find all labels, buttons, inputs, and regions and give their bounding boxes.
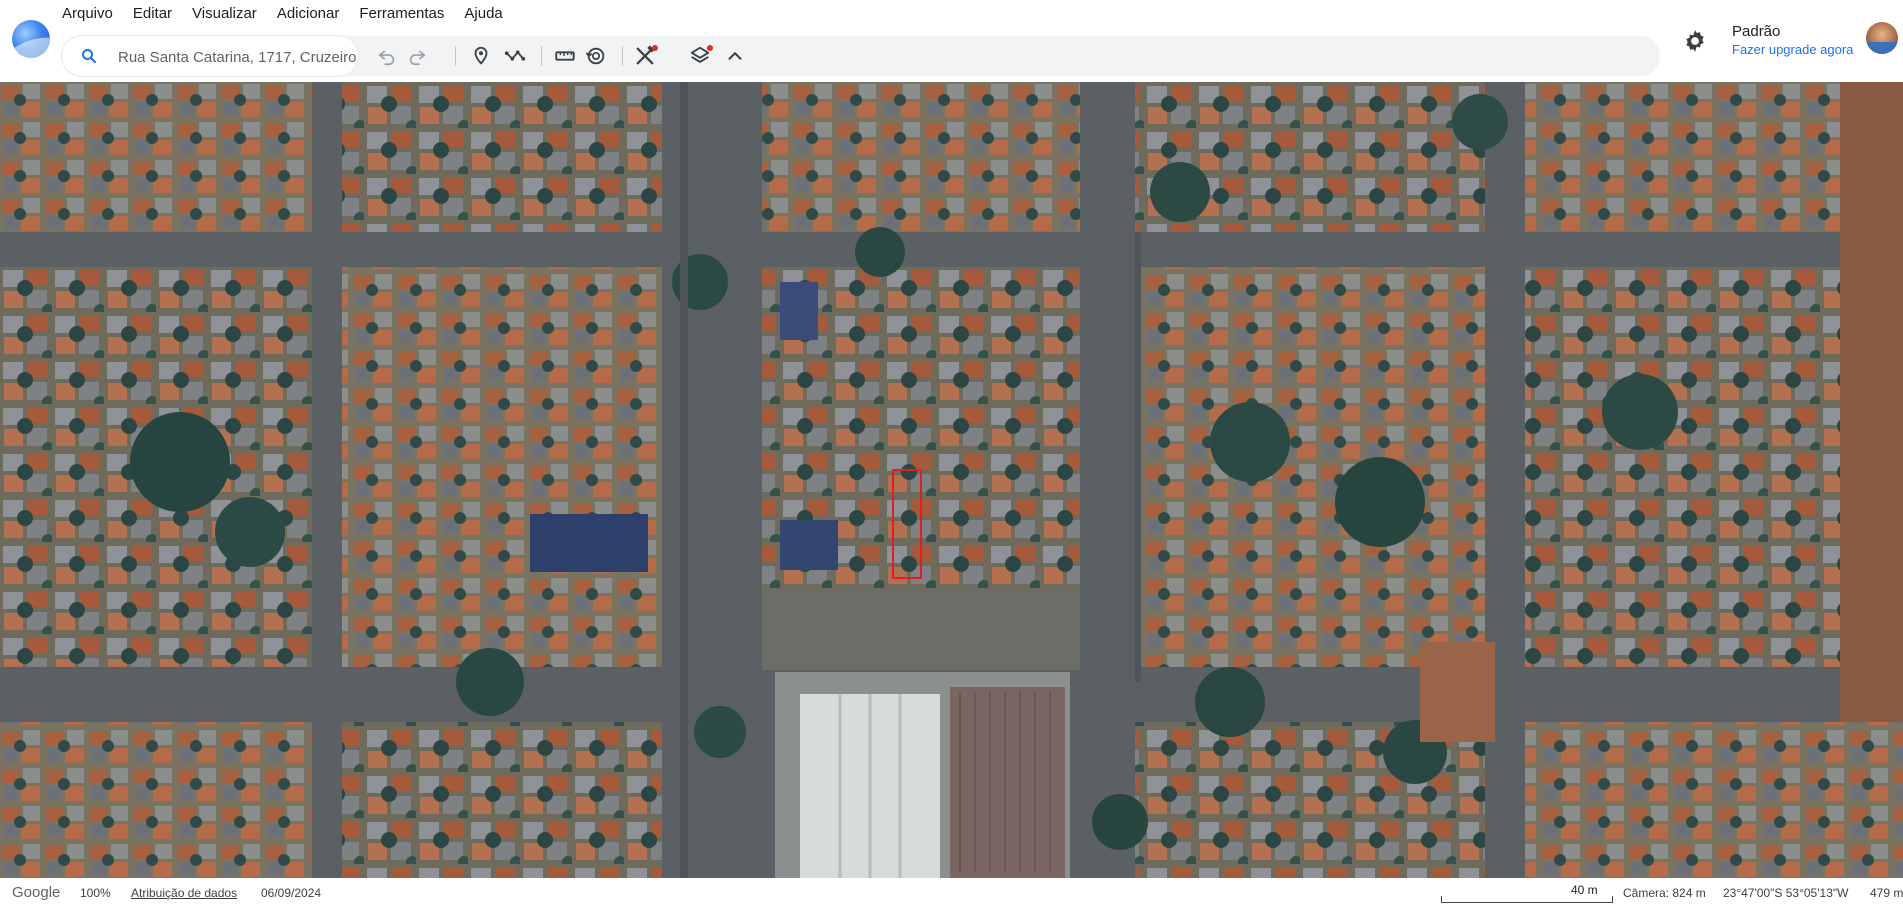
notification-dot — [707, 45, 713, 51]
coordinates: 23°47'00"S 53°05'13"W — [1723, 886, 1849, 900]
settings-gear-icon[interactable] — [1682, 28, 1708, 54]
avatar[interactable] — [1866, 22, 1898, 54]
toolbar-separator — [622, 46, 623, 66]
google-brand: Google — [12, 884, 61, 901]
plan-name: Padrão — [1732, 23, 1781, 40]
menu-adicionar[interactable]: Adicionar — [267, 0, 350, 28]
redo-icon — [409, 50, 426, 66]
notification-dot — [652, 45, 658, 51]
search-icon[interactable] — [80, 47, 98, 65]
toolbar-separator — [455, 46, 456, 66]
add-path-button[interactable] — [502, 43, 528, 69]
satellite-map[interactable]: 3D — [0, 82, 1903, 878]
scale-bar — [1441, 896, 1613, 903]
menu-arquivo[interactable]: Arquivo — [52, 0, 123, 28]
history-icon — [586, 47, 605, 65]
undo-button[interactable] — [374, 43, 400, 69]
upgrade-link[interactable]: Fazer upgrade agora — [1732, 42, 1853, 57]
path-icon — [504, 50, 526, 61]
top-bar: Arquivo Editar Visualizar Adicionar Ferr… — [0, 0, 1903, 82]
search-box — [62, 36, 358, 76]
scale-label: 40 m — [1571, 883, 1598, 897]
menu-ferramentas[interactable]: Ferramentas — [349, 0, 454, 28]
layers-button[interactable] — [687, 43, 713, 69]
data-attribution-link[interactable]: Atribuição de dados — [131, 886, 237, 900]
menu-editar[interactable]: Editar — [123, 0, 182, 28]
toolbar-separator — [541, 46, 542, 66]
add-placemark-button[interactable] — [468, 43, 494, 69]
zoom-level: 100% — [80, 886, 111, 900]
menu-bar: Arquivo Editar Visualizar Adicionar Ferr… — [52, 0, 513, 28]
satellite-imagery — [0, 82, 1903, 878]
imagery-date: 06/09/2024 — [261, 886, 322, 900]
toolbar — [62, 36, 1660, 76]
placemark-icon — [474, 46, 488, 65]
menu-visualizar[interactable]: Visualizar — [182, 0, 267, 28]
undo-icon — [378, 50, 395, 66]
collapse-toolbar-button[interactable] — [722, 43, 748, 69]
chevron-up-icon — [728, 52, 742, 60]
redo-button[interactable] — [404, 43, 430, 69]
menu-ajuda[interactable]: Ajuda — [454, 0, 512, 28]
elevation: 479 m — [1870, 886, 1903, 900]
tools-button[interactable] — [632, 43, 658, 69]
ruler-icon — [555, 51, 575, 61]
search-input[interactable] — [116, 45, 358, 69]
status-bar: Google 100% Atribuição de dados 06/09/20… — [0, 878, 1903, 907]
measure-button[interactable] — [552, 43, 578, 69]
google-earth-logo[interactable] — [12, 20, 50, 58]
historical-imagery-button[interactable] — [583, 43, 609, 69]
camera-altitude: Câmera: 824 m — [1623, 886, 1706, 900]
